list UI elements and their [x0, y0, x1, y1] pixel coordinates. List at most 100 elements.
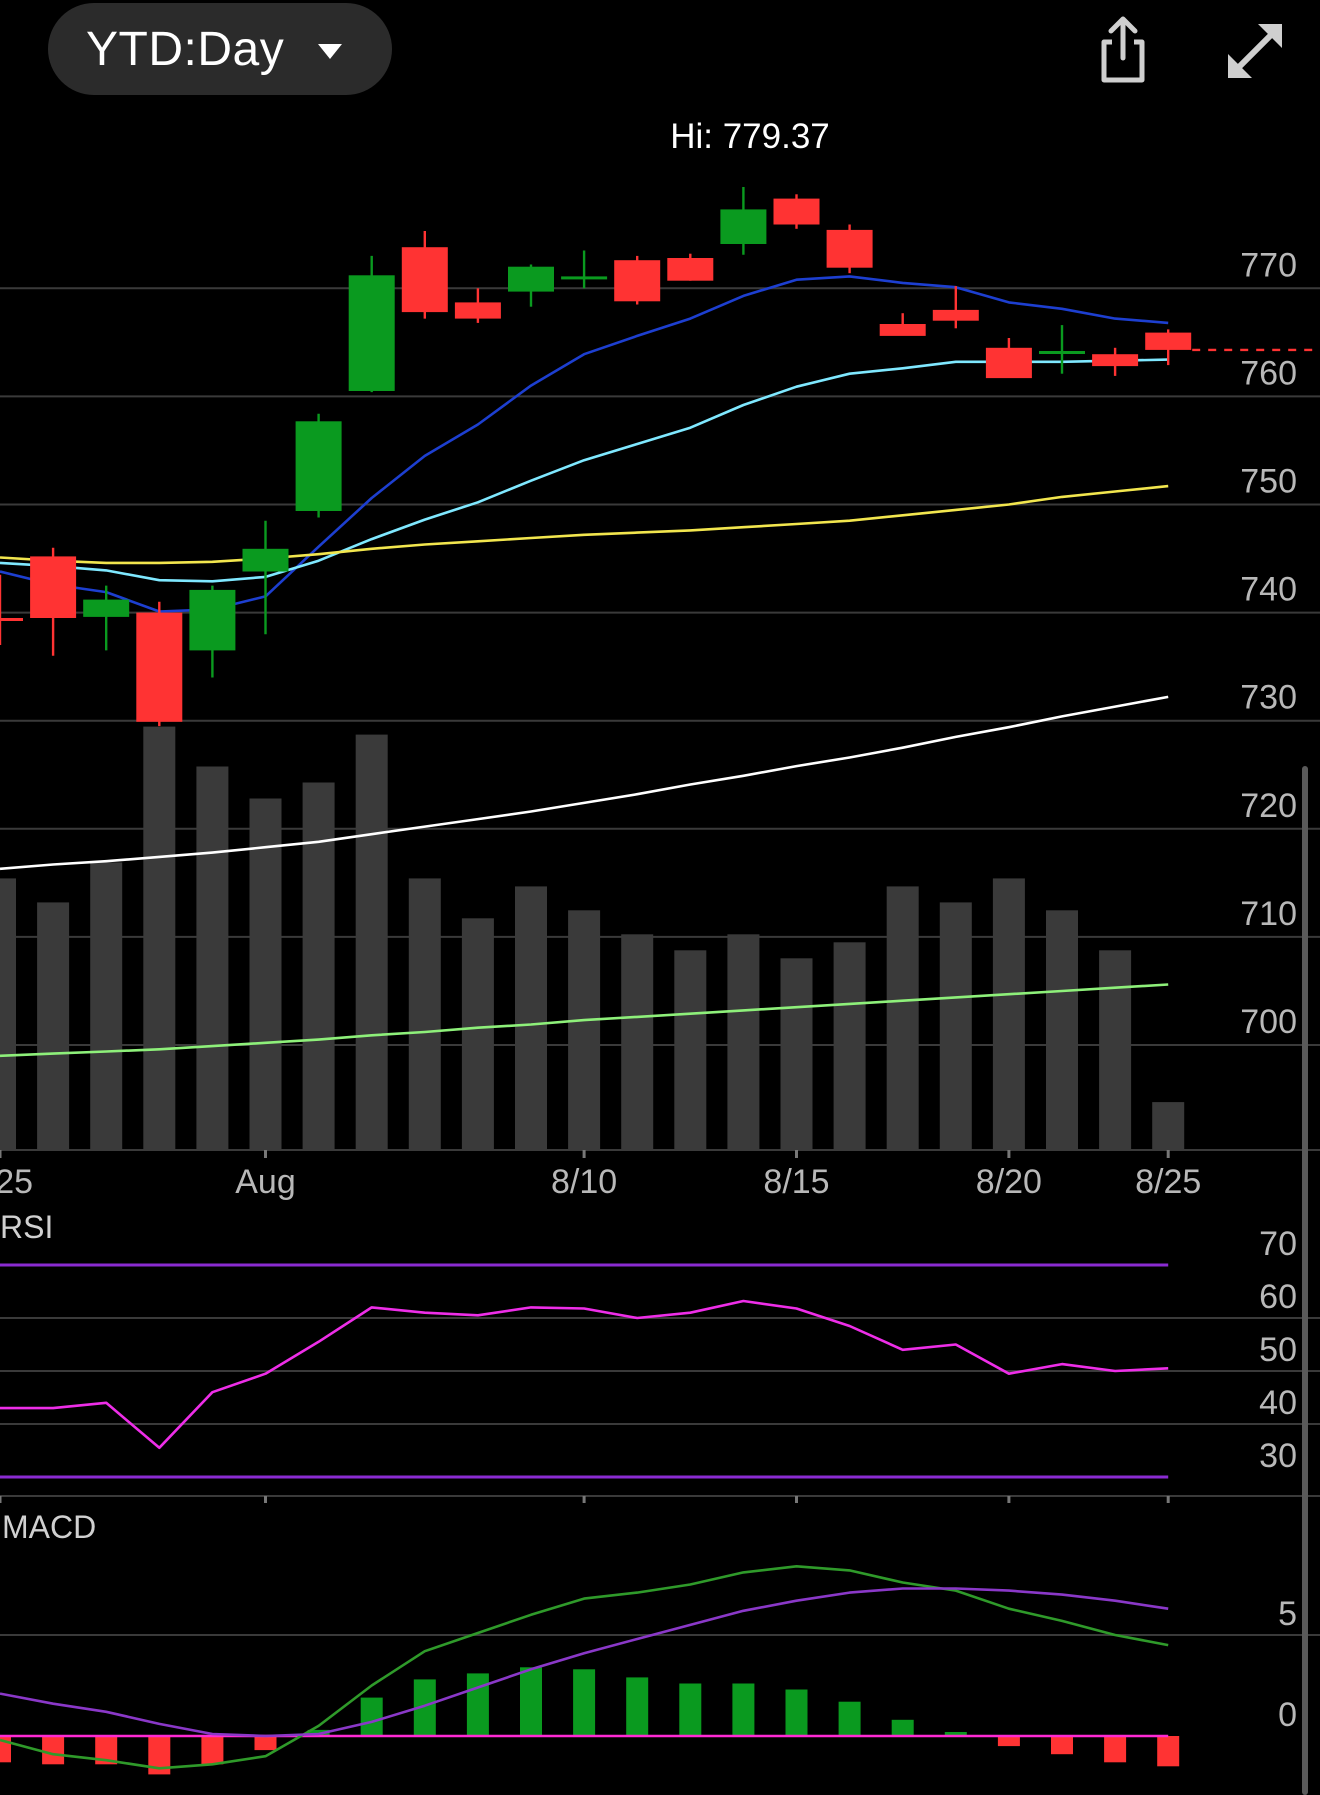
macd-histogram-bar — [891, 1719, 914, 1736]
macd-histogram-bar — [679, 1683, 702, 1736]
rsi-tick-label: 60 — [1259, 1278, 1297, 1316]
price-tick-label: 740 — [1240, 571, 1297, 609]
macd-panel: 05 — [0, 1565, 1320, 1775]
volume-bar — [833, 942, 866, 1150]
candle-body — [295, 421, 342, 511]
macd-histogram-bar — [42, 1736, 65, 1765]
moving-average-line — [0, 484, 1169, 565]
volume-bar — [674, 950, 707, 1150]
candle-body — [985, 347, 1032, 379]
volume-bar — [90, 862, 123, 1150]
candle-body — [879, 324, 926, 336]
volume-bar — [143, 726, 176, 1150]
candle-body — [401, 247, 448, 313]
candle-body — [614, 260, 661, 302]
volume-bar — [992, 878, 1025, 1150]
price-tick-label: 720 — [1240, 787, 1297, 825]
volume-bar — [196, 766, 229, 1150]
volume-bar — [727, 934, 760, 1150]
macd-histogram-bar — [573, 1669, 596, 1736]
volume-bar — [249, 798, 282, 1150]
rsi-panel: 30 40 50 60 70 — [0, 1225, 1320, 1503]
date-tick-label: 8/15 — [763, 1163, 829, 1201]
volume-bar — [515, 886, 547, 1150]
high-price-label: Hi: 779.37 — [670, 117, 830, 156]
volume-bars — [0, 726, 1185, 1150]
price-tick-label: 730 — [1240, 679, 1297, 717]
scrollbar[interactable] — [1302, 766, 1308, 1795]
moving-average-line — [0, 275, 1169, 613]
date-tick-label: 8/20 — [976, 1163, 1042, 1201]
macd-line — [0, 1565, 1169, 1770]
rsi-tick-label: 70 — [1259, 1225, 1297, 1263]
date-tick-label: 7/25 — [0, 1163, 33, 1201]
price-tick-label: 710 — [1240, 895, 1297, 933]
price-tick-label: 770 — [1240, 246, 1297, 284]
volume-bar — [37, 902, 70, 1150]
macd-panel-label: MACD — [2, 1509, 96, 1545]
volume-bar — [408, 878, 441, 1150]
macd-histogram-bar — [838, 1701, 861, 1736]
volume-bar — [461, 918, 494, 1150]
candlesticks — [0, 187, 1320, 727]
macd-histogram-bar — [626, 1677, 649, 1736]
chart-canvas[interactable]: Hi: 779.37 700710720730740750760770 7/25… — [0, 0, 1320, 1795]
candle-body — [508, 266, 554, 292]
candle-body — [720, 209, 767, 244]
candle-body — [136, 612, 183, 722]
macd-histogram-bar — [520, 1667, 542, 1736]
volume-bar — [0, 878, 16, 1150]
candle-body — [348, 275, 395, 391]
macd-histogram-bar — [997, 1736, 1020, 1747]
candle-body — [1092, 354, 1139, 367]
candle-body — [932, 309, 979, 321]
rsi-line — [0, 1299, 1169, 1450]
candle-body — [189, 589, 236, 651]
moving-average-line — [0, 358, 1169, 583]
candle-body — [0, 618, 23, 621]
volume-bar — [621, 934, 654, 1150]
price-tick-label: 750 — [1240, 463, 1297, 501]
candle-body — [826, 229, 873, 268]
rsi-tick-label: 40 — [1259, 1384, 1297, 1422]
macd-histogram-bar — [466, 1673, 489, 1736]
rsi-panel-label: RSI — [0, 1209, 53, 1245]
macd-tick-label: 5 — [1278, 1595, 1297, 1633]
volume-bar — [568, 910, 601, 1150]
date-tick-label: 8/10 — [551, 1163, 617, 1201]
volume-bar — [355, 734, 388, 1150]
date-tick-label: 8/25 — [1135, 1163, 1201, 1201]
volume-bar — [886, 886, 919, 1150]
volume-bar — [1099, 950, 1132, 1150]
macd-histogram-bar — [201, 1736, 224, 1765]
macd-histogram-bar — [1104, 1736, 1127, 1763]
candle-body — [1039, 351, 1085, 354]
candle-body — [83, 599, 130, 617]
macd-histogram-bar — [785, 1689, 808, 1736]
candle-body — [773, 198, 820, 225]
volume-bar — [780, 958, 813, 1150]
candle-body — [454, 302, 501, 319]
rsi-tick-label: 30 — [1259, 1437, 1297, 1475]
macd-tick-label: 0 — [1278, 1696, 1297, 1734]
date-tick-label: Aug — [235, 1163, 296, 1201]
candle-body — [242, 548, 289, 572]
volume-bar — [302, 782, 335, 1150]
macd-histogram-bar — [1051, 1736, 1073, 1755]
volume-bar — [1152, 1102, 1185, 1150]
macd-histogram-bar — [1157, 1736, 1180, 1767]
candle-body — [1145, 332, 1192, 350]
volume-bar — [939, 902, 972, 1150]
rsi-tick-label: 50 — [1259, 1331, 1297, 1369]
candle-body — [30, 556, 77, 618]
candle-body — [667, 258, 714, 281]
price-tick-label: 760 — [1240, 354, 1297, 392]
price-axis: 700 710 720 730 740 750 760 770 — [1240, 246, 1297, 1041]
macd-histogram-bar — [254, 1736, 277, 1751]
volume-bar — [1046, 910, 1078, 1150]
price-tick-label: 700 — [1240, 1003, 1297, 1041]
macd-histogram-bar — [732, 1683, 755, 1736]
date-axis: 7/25 Aug 8/10 8/15 8/20 8/25 — [0, 1150, 1201, 1201]
candle-body — [561, 276, 608, 280]
macd-histogram-bar — [360, 1697, 383, 1736]
